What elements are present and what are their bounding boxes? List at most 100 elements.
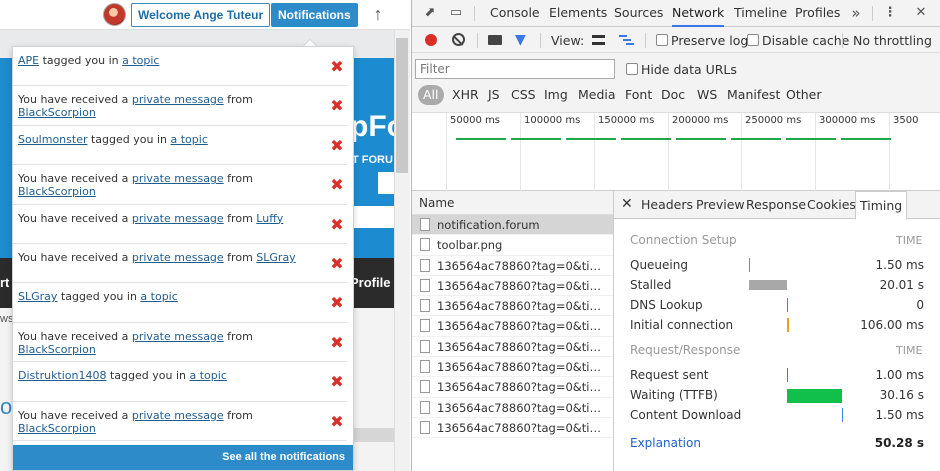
record-icon[interactable] bbox=[425, 34, 437, 46]
notification-item[interactable]: You have received a private message from… bbox=[13, 402, 347, 441]
devtools-close-icon[interactable]: ✕ bbox=[913, 5, 929, 21]
filter-type-manifest[interactable]: Manifest bbox=[727, 85, 780, 105]
notification-link[interactable]: private message bbox=[132, 93, 224, 106]
filter-funnel-icon[interactable]: ▼ bbox=[515, 32, 531, 48]
devtools-menu-icon[interactable]: ⋮ bbox=[882, 5, 898, 21]
delete-notification-icon[interactable]: ✖ bbox=[330, 178, 344, 194]
detail-tab-cookies[interactable]: Cookies bbox=[807, 191, 856, 219]
more-tabs-icon[interactable]: » bbox=[848, 5, 864, 21]
page-scrollbar-thumb[interactable] bbox=[396, 38, 408, 173]
notification-link[interactable]: a topic bbox=[171, 133, 208, 146]
filter-type-js[interactable]: JS bbox=[488, 85, 500, 105]
request-row[interactable]: 136564ac78860?tag=0&time=Tue... bbox=[412, 357, 613, 378]
notifications-button[interactable]: Notifications bbox=[271, 3, 358, 27]
filter-type-all[interactable]: All bbox=[418, 85, 444, 105]
request-row[interactable]: 136564ac78860?tag=0&time=Tue... bbox=[412, 398, 613, 418]
request-row[interactable]: 136564ac78860?tag=0&time=Tue... bbox=[412, 418, 613, 439]
scroll-to-top-icon[interactable]: ↑ bbox=[368, 3, 388, 27]
detail-tab-response[interactable]: Response bbox=[746, 191, 806, 219]
notification-item[interactable]: You have received a private message from… bbox=[13, 165, 347, 205]
notification-item[interactable]: Soulmonster tagged you in a topic ✖ bbox=[13, 126, 347, 166]
filter-type-media[interactable]: Media bbox=[578, 85, 616, 105]
notification-link[interactable]: Luffy bbox=[256, 212, 283, 225]
hide-data-urls-checkbox[interactable] bbox=[626, 63, 638, 75]
notification-link[interactable]: SLGray bbox=[256, 251, 295, 264]
request-row[interactable]: 136564ac78860?tag=0&time=Tue... bbox=[412, 296, 613, 317]
name-column-header[interactable]: Name bbox=[412, 191, 613, 215]
filter-type-css[interactable]: CSS bbox=[511, 85, 536, 105]
request-row[interactable]: notification.forum bbox=[412, 215, 613, 236]
disable-cache-checkbox[interactable] bbox=[747, 34, 759, 46]
delete-notification-icon[interactable]: ✖ bbox=[330, 60, 344, 76]
preserve-log-checkbox[interactable] bbox=[656, 34, 668, 46]
filter-type-xhr[interactable]: XHR bbox=[452, 85, 479, 105]
notification-link[interactable]: private message bbox=[132, 409, 224, 422]
network-overview-timeline[interactable]: 50000 ms 100000 ms 150000 ms 200000 ms 25000… bbox=[412, 113, 940, 191]
notification-item[interactable]: You have received a private message from… bbox=[13, 205, 347, 244]
delete-notification-icon[interactable]: ✖ bbox=[330, 217, 344, 233]
notification-link[interactable]: BlackScorpion bbox=[18, 185, 96, 198]
detail-tab-preview[interactable]: Preview bbox=[696, 191, 745, 219]
filter-type-doc[interactable]: Doc bbox=[661, 85, 685, 105]
notification-link[interactable]: Soulmonster bbox=[18, 133, 88, 146]
filter-type-img[interactable]: Img bbox=[544, 85, 568, 105]
filter-type-ws[interactable]: WS bbox=[697, 85, 717, 105]
tab-sources[interactable]: Sources bbox=[614, 0, 663, 27]
notification-link[interactable]: Distruktion1408 bbox=[18, 369, 107, 382]
inspect-element-icon[interactable]: ⬈ bbox=[422, 5, 438, 21]
overview-waterfall-icon[interactable] bbox=[619, 35, 633, 45]
notification-link[interactable]: private message bbox=[132, 172, 224, 185]
detail-tab-timing[interactable]: Timing bbox=[855, 191, 908, 220]
notification-item[interactable]: Distruktion1408 tagged you in a topic ✖ bbox=[13, 362, 347, 402]
filter-type-other[interactable]: Other bbox=[786, 85, 822, 105]
clear-icon[interactable] bbox=[452, 33, 465, 46]
tab-timeline[interactable]: Timeline bbox=[734, 0, 787, 27]
notification-link[interactable]: BlackScorpion bbox=[18, 106, 96, 119]
notification-link[interactable]: SLGray bbox=[18, 290, 57, 303]
notification-item[interactable]: You have received a private message from… bbox=[13, 244, 347, 284]
request-row[interactable]: 136564ac78860?tag=0&time=Tue... bbox=[412, 337, 613, 358]
request-row[interactable]: 136564ac78860?tag=0&time=Tue... bbox=[412, 316, 613, 337]
large-rows-icon[interactable] bbox=[592, 35, 605, 45]
notification-item[interactable]: SLGray tagged you in a topic ✖ bbox=[13, 283, 347, 323]
notification-link[interactable]: BlackScorpion bbox=[18, 422, 96, 435]
delete-notification-icon[interactable]: ✖ bbox=[330, 256, 344, 272]
tab-profiles[interactable]: Profiles bbox=[795, 0, 840, 27]
notification-link[interactable]: a topic bbox=[140, 290, 177, 303]
throttling-select[interactable]: No throttling bbox=[853, 33, 932, 48]
delete-notification-icon[interactable]: ✖ bbox=[330, 138, 344, 154]
request-row[interactable]: toolbar.png bbox=[412, 235, 613, 256]
delete-notification-icon[interactable]: ✖ bbox=[330, 335, 344, 351]
request-row[interactable]: 136564ac78860?tag=0&time=Tue... bbox=[412, 377, 613, 398]
notification-link[interactable]: a topic bbox=[122, 54, 159, 67]
notification-item[interactable]: You have received a private message from… bbox=[13, 86, 347, 126]
filter-type-font[interactable]: Font bbox=[625, 85, 652, 105]
tab-elements[interactable]: Elements bbox=[549, 0, 607, 27]
forum-menu-profile[interactable]: Profile bbox=[350, 275, 390, 290]
delete-notification-icon[interactable]: ✖ bbox=[330, 414, 344, 430]
notification-item[interactable]: You have received a private message from… bbox=[13, 323, 347, 363]
notification-link[interactable]: private message bbox=[132, 212, 224, 225]
filter-input[interactable] bbox=[415, 59, 615, 79]
notification-link[interactable]: APE bbox=[18, 54, 39, 67]
welcome-user-button[interactable]: Welcome Ange Tuteur bbox=[131, 3, 271, 27]
see-all-notifications-link[interactable]: See all the notifications bbox=[13, 445, 353, 470]
request-row[interactable]: 136564ac78860?tag=0&time=Tue... bbox=[412, 276, 613, 297]
request-row[interactable]: 136564ac78860?tag=0&time=Tue... bbox=[412, 256, 613, 276]
notification-item[interactable]: APE tagged you in a topic ✖ bbox=[13, 47, 347, 87]
notification-link[interactable]: private message bbox=[132, 251, 224, 264]
tab-console[interactable]: Console bbox=[490, 0, 540, 27]
avatar[interactable] bbox=[103, 3, 126, 26]
detail-close-icon[interactable]: ✕ bbox=[621, 196, 633, 212]
detail-tab-headers[interactable]: Headers bbox=[641, 191, 693, 219]
device-mode-icon[interactable]: ▭ bbox=[448, 5, 464, 21]
notification-link[interactable]: private message bbox=[132, 330, 224, 343]
delete-notification-icon[interactable]: ✖ bbox=[330, 375, 344, 391]
delete-notification-icon[interactable]: ✖ bbox=[330, 296, 344, 312]
notification-link[interactable]: a topic bbox=[190, 369, 227, 382]
tab-network[interactable]: Network bbox=[672, 0, 725, 27]
capture-screenshots-icon[interactable] bbox=[488, 35, 502, 45]
notification-link[interactable]: BlackScorpion bbox=[18, 343, 96, 356]
delete-notification-icon[interactable]: ✖ bbox=[330, 99, 344, 115]
explanation-link[interactable]: Explanation bbox=[630, 436, 701, 450]
